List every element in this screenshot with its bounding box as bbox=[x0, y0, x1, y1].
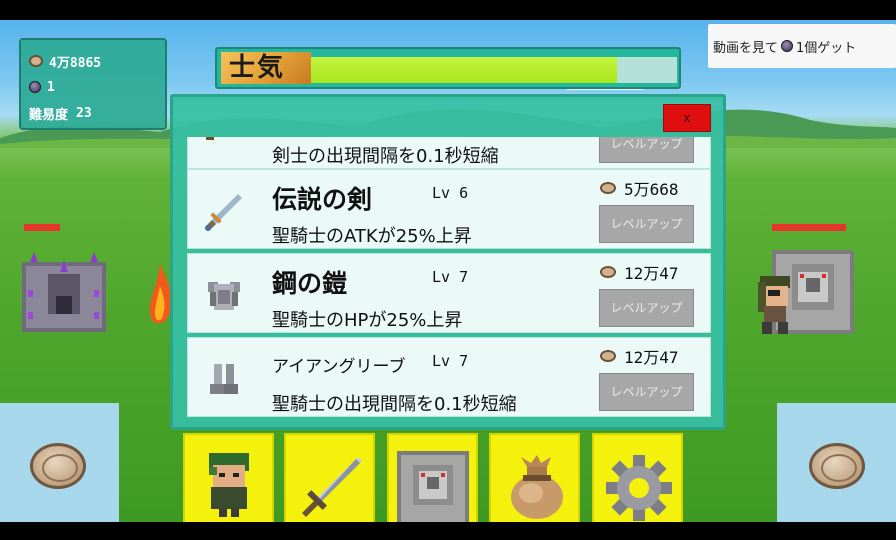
coin-icon bbox=[600, 350, 616, 362]
gear-tab-icon bbox=[606, 455, 672, 521]
watch-video-reward: 1個ゲット bbox=[796, 40, 857, 56]
sword-tab-icon bbox=[302, 457, 362, 517]
bag-tab-icon bbox=[511, 455, 563, 519]
difficulty-label: 難易度 bbox=[29, 107, 69, 123]
upgrade-name: アイアングリーブ bbox=[272, 357, 406, 377]
gem-icon bbox=[781, 40, 794, 52]
tab-weapons[interactable] bbox=[284, 433, 375, 522]
upgrade-dialog: x 剣士の出現間隔を0.1秒短縮 レベルアップ 伝説の剣 Lv 6 聖騎士のAT… bbox=[170, 94, 726, 430]
upgrade-name: 鋼の鎧 bbox=[272, 269, 348, 298]
morale-track bbox=[303, 57, 677, 83]
morale-label: 士気 bbox=[221, 52, 311, 84]
upgrade-description: 聖騎士のHPが25%上昇 bbox=[272, 310, 463, 331]
upgrade-name: 伝説の剣 bbox=[272, 185, 373, 214]
upgrade-item: 剣士の出現間隔を0.1秒短縮 レベルアップ bbox=[187, 137, 711, 169]
enemy-character bbox=[758, 276, 790, 334]
upgrade-description: 聖騎士のATKが25%上昇 bbox=[272, 226, 472, 247]
right-coin-panel[interactable] bbox=[777, 403, 896, 522]
upgrade-level: Lv 6 bbox=[432, 184, 469, 202]
level-up-button[interactable]: レベルアップ bbox=[599, 289, 694, 327]
upgrade-item: アイアングリーブ Lv 7 聖騎士の出現間隔を0.1秒短縮 12万47 レベルア… bbox=[187, 337, 711, 417]
enemy-castle-hp-bar bbox=[772, 224, 846, 231]
gem-count-value: 1 bbox=[47, 79, 55, 95]
castle-tab-icon bbox=[397, 451, 469, 522]
bottom-tab-bar bbox=[183, 433, 683, 522]
character-tab-icon bbox=[209, 453, 249, 517]
level-up-button[interactable]: レベルアップ bbox=[599, 205, 694, 243]
difficulty: 難易度 23 bbox=[29, 100, 157, 126]
tab-settings[interactable] bbox=[592, 433, 683, 522]
tab-characters[interactable] bbox=[183, 433, 274, 522]
gem-count: 1 bbox=[29, 74, 157, 100]
coin-icon bbox=[600, 266, 616, 278]
left-coin-panel[interactable] bbox=[0, 403, 119, 522]
iron-greaves-icon bbox=[210, 364, 238, 394]
player-castle bbox=[22, 252, 106, 332]
game-scene: 4万8865 1 難易度 23 士気 動画を見て 1個ゲット x 剣士の出現間隔… bbox=[0, 20, 896, 522]
level-up-button[interactable]: レベルアップ bbox=[599, 137, 694, 163]
upgrade-price-value: 12万47 bbox=[624, 264, 679, 283]
letterbox-top bbox=[0, 0, 896, 20]
upgrade-item: 鋼の鎧 Lv 7 聖騎士のHPが25%上昇 12万47 レベルアップ bbox=[187, 253, 711, 333]
sword-icon bbox=[206, 137, 214, 140]
upgrade-description: 剣士の出現間隔を0.1秒短縮 bbox=[272, 146, 499, 167]
coin-count-value: 4万8865 bbox=[49, 55, 102, 71]
upgrade-item: 伝説の剣 Lv 6 聖騎士のATKが25%上昇 5万668 レベルアップ bbox=[187, 169, 711, 249]
coin-icon bbox=[30, 443, 86, 489]
upgrade-price: 12万47 bbox=[600, 260, 679, 284]
legendary-sword-icon bbox=[205, 194, 242, 231]
upgrade-price-value: 5万668 bbox=[624, 180, 679, 199]
gem-icon bbox=[29, 81, 41, 93]
upgrade-list[interactable]: 剣士の出現間隔を0.1秒短縮 レベルアップ 伝説の剣 Lv 6 聖騎士のATKが… bbox=[187, 137, 711, 423]
upgrade-price-value: 12万47 bbox=[624, 348, 679, 367]
watch-video-button[interactable]: 動画を見て 1個ゲット bbox=[708, 24, 896, 68]
upgrade-level: Lv 7 bbox=[432, 268, 469, 286]
tab-castle[interactable] bbox=[387, 433, 478, 522]
player-castle-hp-bar bbox=[24, 224, 60, 231]
level-up-button[interactable]: レベルアップ bbox=[599, 373, 694, 411]
close-button[interactable]: x bbox=[663, 104, 711, 132]
difficulty-value: 23 bbox=[76, 105, 92, 121]
upgrade-price: 5万668 bbox=[600, 176, 679, 200]
resource-panel: 4万8865 1 難易度 23 bbox=[19, 38, 167, 130]
morale-fill bbox=[303, 57, 618, 83]
upgrade-description: 聖騎士の出現間隔を0.1秒短縮 bbox=[272, 394, 517, 415]
coin-icon bbox=[600, 182, 616, 194]
morale-gauge: 士気 bbox=[215, 47, 681, 89]
watch-video-label: 動画を見て bbox=[713, 40, 779, 56]
upgrade-price: 12万47 bbox=[600, 344, 679, 368]
letterbox-bottom bbox=[0, 522, 896, 540]
coin-icon bbox=[809, 443, 865, 489]
upgrade-level: Lv 7 bbox=[432, 352, 469, 370]
coin-icon bbox=[29, 55, 43, 67]
tab-items[interactable] bbox=[489, 433, 580, 522]
steel-armor-icon bbox=[208, 282, 240, 310]
coin-count: 4万8865 bbox=[29, 48, 157, 74]
